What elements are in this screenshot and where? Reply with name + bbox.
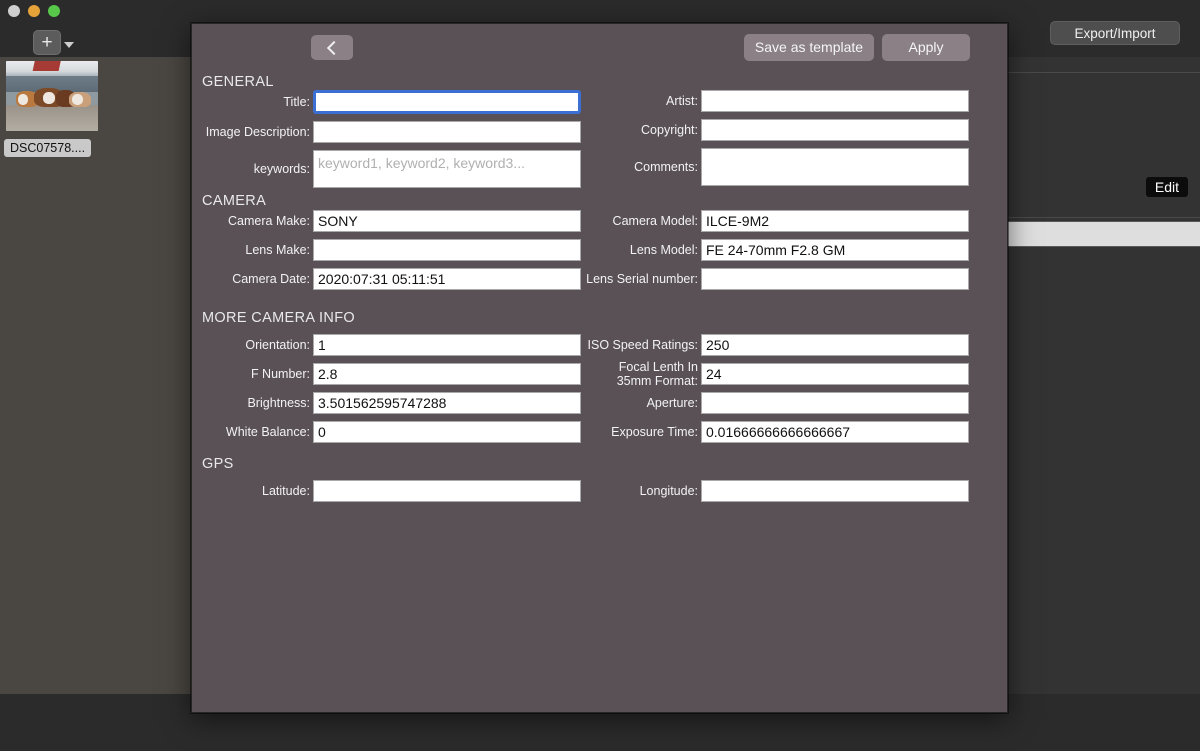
- field-label: Aperture:: [646, 396, 698, 410]
- field-label: White Balance:: [225, 425, 310, 439]
- field-input[interactable]: keyword1, keyword2, keyword3...: [313, 150, 581, 188]
- field-input[interactable]: [313, 239, 581, 261]
- field-label: Lens Serial number:: [586, 272, 698, 286]
- field-label: Image Description:: [205, 125, 310, 139]
- field-label: Brightness:: [247, 396, 310, 410]
- close-window-icon[interactable]: [8, 5, 20, 17]
- metadata-editor-dialog: Save as template Apply GENERAL Title: Imag…: [191, 23, 1008, 713]
- section-title-gps: GPS: [202, 456, 234, 472]
- back-button[interactable]: [311, 35, 353, 60]
- field-input[interactable]: ILCE-9M2: [701, 210, 969, 232]
- field-input[interactable]: 0: [313, 421, 581, 443]
- field-label: Copyright:: [641, 123, 698, 137]
- field-label: Latitude:: [262, 484, 310, 498]
- field-input[interactable]: [701, 268, 969, 290]
- field-input[interactable]: [701, 90, 969, 112]
- plus-icon: +: [41, 32, 53, 53]
- field-input[interactable]: 3.501562595747288: [313, 392, 581, 414]
- thumbnail-cow-face: [72, 94, 83, 105]
- section-title-general: GENERAL: [202, 74, 274, 90]
- thumbnail-cow-face: [18, 94, 28, 105]
- field-label: Exposure Time:: [611, 425, 698, 439]
- field-label: Artist:: [666, 94, 698, 108]
- field-input[interactable]: 2020:07:31 05:11:51: [313, 268, 581, 290]
- field-label: Camera Date:: [232, 272, 310, 286]
- traffic-light-group: [8, 5, 60, 17]
- field-label: keywords:: [253, 162, 310, 176]
- field-label: Lens Make:: [245, 243, 310, 257]
- field-label: Lens Model:: [629, 243, 698, 257]
- field-input[interactable]: [313, 480, 581, 502]
- field-label: Camera Make:: [228, 214, 310, 228]
- field-input[interactable]: 24: [701, 363, 969, 385]
- field-label: Focal Lenth In 35mm Format:: [616, 360, 698, 388]
- section-title-camera: CAMERA: [202, 193, 267, 209]
- thumbnail-ground: [6, 105, 98, 131]
- field-input[interactable]: [313, 121, 581, 143]
- thumbnail-sidebar: DSC07578....: [0, 57, 194, 694]
- field-input[interactable]: [701, 392, 969, 414]
- thumbnail-filename: DSC07578....: [4, 139, 92, 157]
- thumbnail-image: [6, 61, 98, 131]
- field-label: ISO Speed Ratings:: [587, 338, 698, 352]
- field-label: Comments:: [634, 160, 698, 174]
- thumbnail-cow-face: [43, 92, 55, 104]
- add-button[interactable]: +: [33, 30, 61, 55]
- field-input[interactable]: 2.8: [313, 363, 581, 385]
- chevron-down-icon[interactable]: [64, 42, 74, 48]
- field-input[interactable]: [313, 90, 581, 114]
- field-input[interactable]: 250: [701, 334, 969, 356]
- field-input[interactable]: [701, 119, 969, 141]
- minimize-window-icon[interactable]: [28, 5, 40, 17]
- field-label: F Number:: [250, 367, 310, 381]
- save-as-template-button[interactable]: Save as template: [744, 34, 874, 61]
- field-input[interactable]: FE 24-70mm F2.8 GM: [701, 239, 969, 261]
- edit-button[interactable]: Edit: [1145, 177, 1188, 197]
- apply-button[interactable]: Apply: [882, 34, 970, 61]
- thumbnail-item[interactable]: DSC07578....: [4, 61, 98, 159]
- section-title-more-camera-info: MORE CAMERA INFO: [202, 310, 356, 326]
- thumbnail-roof: [32, 61, 62, 71]
- field-label: Orientation:: [245, 338, 310, 352]
- field-input[interactable]: 0.01666666666666667: [701, 421, 969, 443]
- maximize-window-icon[interactable]: [48, 5, 60, 17]
- field-label: Camera Model:: [612, 214, 698, 228]
- chevron-left-icon: [326, 40, 341, 55]
- field-input[interactable]: SONY: [313, 210, 581, 232]
- field-label: Longitude:: [639, 484, 698, 498]
- export-import-button[interactable]: Export/Import: [1050, 21, 1180, 45]
- app-root: + DSC07578.... Export/Import Edit Save a…: [0, 0, 1200, 751]
- field-input[interactable]: 1: [313, 334, 581, 356]
- field-input[interactable]: [701, 480, 969, 502]
- field-input[interactable]: [701, 148, 969, 186]
- field-label: Title:: [283, 95, 310, 109]
